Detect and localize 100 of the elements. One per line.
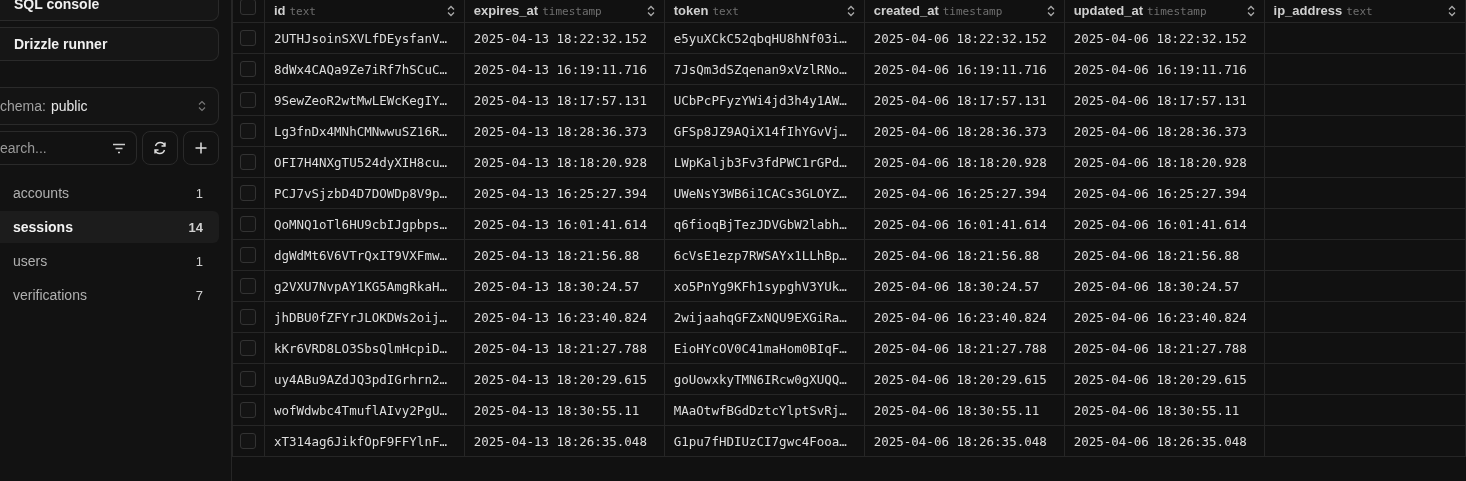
row-checkbox[interactable] <box>240 154 257 170</box>
table-cell: 2025-04-06 16:25:27.394 <box>1064 177 1265 209</box>
table-cell: kKr6VRD8LO3SbsQlmHcpiD… <box>264 332 465 364</box>
table-cell: 2025-04-13 18:30:24.57 <box>464 270 665 302</box>
table-cell: 2025-04-06 18:26:35.048 <box>1064 425 1265 457</box>
column-type: text <box>712 5 739 18</box>
table-cell: 2025-04-06 18:28:36.373 <box>864 115 1065 147</box>
row-checkbox[interactable] <box>240 92 257 108</box>
table-cell: uy4ABu9AZdJQ3pdIGrhrn2… <box>264 363 465 395</box>
row-checkbox[interactable] <box>240 247 257 263</box>
table-cell: 2025-04-06 18:21:27.788 <box>864 332 1065 364</box>
table-cell: 2025-04-06 18:18:20.928 <box>864 146 1065 178</box>
table-cell: 2025-04-13 18:17:57.131 <box>464 84 665 116</box>
sort-icon <box>646 4 655 17</box>
sidebar-button[interactable]: Drizzle runner <box>0 27 219 61</box>
column-type: timestamp <box>942 5 1003 18</box>
table-cell: 2025-04-06 18:20:29.615 <box>1064 363 1265 395</box>
row-count: 14 <box>188 219 203 235</box>
table-cell: 2025-04-06 18:30:55.11 <box>864 394 1065 426</box>
column-name: ip_address <box>1273 3 1343 18</box>
table-cell: 2025-04-06 18:30:55.11 <box>1064 394 1265 426</box>
table-cell: PCJ7vSjzbD4D7DOWDp8V9p… <box>264 177 465 209</box>
table-cell: 6cVsE1ezp7RWSAYx1LLhBp… <box>664 239 865 271</box>
plus-icon <box>195 142 207 154</box>
row-checkbox[interactable] <box>240 61 257 77</box>
table-cell: q6fioqBjTezJDVGbW2labh… <box>664 208 865 240</box>
table-cell: 2025-04-13 16:23:40.824 <box>464 301 665 333</box>
row-count: 1 <box>195 253 203 269</box>
row-checkbox[interactable] <box>240 433 257 449</box>
table-cell: 2025-04-06 18:30:24.57 <box>864 270 1065 302</box>
column-type: timestamp <box>542 5 602 18</box>
table-list-item[interactable]: accounts 1 <box>0 177 219 209</box>
column-header[interactable]: id text <box>264 0 465 23</box>
table-cell: 2025-04-06 18:20:29.615 <box>864 363 1065 395</box>
table-cell: G1pu7fHDIUzCI7gwc4Fooa… <box>664 425 865 457</box>
row-checkbox[interactable] <box>240 123 257 139</box>
schema-select[interactable]: chema: public <box>0 87 219 125</box>
column-type: text <box>289 5 316 18</box>
chevron-up-down-icon <box>198 100 206 112</box>
table-cell: jhDBU0fZFYrJLOKDWs2oij… <box>264 301 465 333</box>
column-header[interactable]: ip_address text <box>1264 0 1466 23</box>
row-checkbox[interactable] <box>240 340 257 356</box>
table-cell: 2025-04-13 18:22:32.152 <box>464 22 665 54</box>
table-cell: 2025-04-13 16:19:11.716 <box>464 53 665 85</box>
table-cell: 2025-04-06 18:21:56.88 <box>864 239 1065 271</box>
table-cell: dgWdMt6V6VTrQxIT9VXFmw… <box>264 239 465 271</box>
table-cell: goUowxkyTMN6IRcw0gXUQQ… <box>664 363 865 395</box>
row-checkbox[interactable] <box>240 278 257 294</box>
table-cell: UCbPcPFyzYWi4jd3h4y1AW… <box>664 84 865 116</box>
table-cell: xo5PnYg9KFh1sypghV3YUk… <box>664 270 865 302</box>
select-all-checkbox[interactable] <box>240 0 257 15</box>
column-header[interactable]: token text <box>664 0 865 23</box>
table-cell: 2025-04-06 16:25:27.394 <box>864 177 1065 209</box>
column-type: text <box>1346 5 1373 18</box>
table-cell: 2025-04-06 16:23:40.824 <box>1064 301 1265 333</box>
table-cell: 2025-04-06 18:22:32.152 <box>1064 22 1265 54</box>
table-list-item[interactable]: verifications 7 <box>0 279 219 311</box>
table-cell: 2025-04-06 16:01:41.614 <box>1064 208 1265 240</box>
table-list-item[interactable]: sessions 14 <box>0 211 219 243</box>
column-name: expires_at <box>473 3 539 18</box>
row-count: 7 <box>195 287 203 303</box>
add-button[interactable] <box>183 131 219 165</box>
table-cell: 2025-04-06 16:23:40.824 <box>864 301 1065 333</box>
table-cell: 2025-04-06 16:19:11.716 <box>1064 53 1265 85</box>
table-cell: GFSp8JZ9AQiX14fIhYGvVj… <box>664 115 865 147</box>
table-cell: LWpKaljb3Fv3fdPWC1rGPd… <box>664 146 865 178</box>
column-name: created_at <box>873 3 939 18</box>
search-input[interactable]: earch... <box>0 140 112 156</box>
table-cell: 2025-04-06 16:19:11.716 <box>864 53 1065 85</box>
row-checkbox[interactable] <box>240 402 257 418</box>
column-name: token <box>673 3 709 18</box>
table-cell: 2025-04-06 18:17:57.131 <box>1064 84 1265 116</box>
table-cell: 2025-04-06 18:22:32.152 <box>864 22 1065 54</box>
row-checkbox[interactable] <box>240 30 257 46</box>
table-cell: 9SewZeoR2wtMwLEWcKegIY… <box>264 84 465 116</box>
refresh-button[interactable] <box>142 131 178 165</box>
table-cell: OFI7H4NXgTU524dyXIH8cu… <box>264 146 465 178</box>
table-cell: 2wijaahqGFZxNQU9EXGiRa… <box>664 301 865 333</box>
column-header[interactable]: expires_at timestamp <box>464 0 665 23</box>
table-cell: QoMNQ1oTl6HU9cbIJgpbps… <box>264 208 465 240</box>
column-header[interactable]: created_at timestamp <box>864 0 1065 23</box>
row-checkbox[interactable] <box>240 371 257 387</box>
table-cell: 2025-04-06 18:30:24.57 <box>1064 270 1265 302</box>
column-name: updated_at <box>1073 3 1143 18</box>
table-list-item[interactable]: users 1 <box>0 245 219 277</box>
search-field[interactable]: earch... <box>0 131 137 165</box>
table-cell: g2VXU7NvpAY1KG5AmgRkaH… <box>264 270 465 302</box>
table-cell: 2025-04-13 18:21:27.788 <box>464 332 665 364</box>
sort-icon <box>1046 4 1055 17</box>
table-cell: 2025-04-13 18:28:36.373 <box>464 115 665 147</box>
row-checkbox[interactable] <box>240 216 257 232</box>
table-cell: 2025-04-13 18:26:35.048 <box>464 425 665 457</box>
column-type: timestamp <box>1146 5 1207 18</box>
row-checkbox[interactable] <box>240 309 257 325</box>
row-checkbox[interactable] <box>240 185 257 201</box>
table-cell: 8dWx4CAQa9Ze7iRf7hSCuC… <box>264 53 465 85</box>
column-header[interactable]: updated_at timestamp <box>1064 0 1265 23</box>
row-count: 1 <box>195 185 203 201</box>
sort-icon <box>1246 4 1255 17</box>
schema-label: chema: <box>0 98 46 114</box>
